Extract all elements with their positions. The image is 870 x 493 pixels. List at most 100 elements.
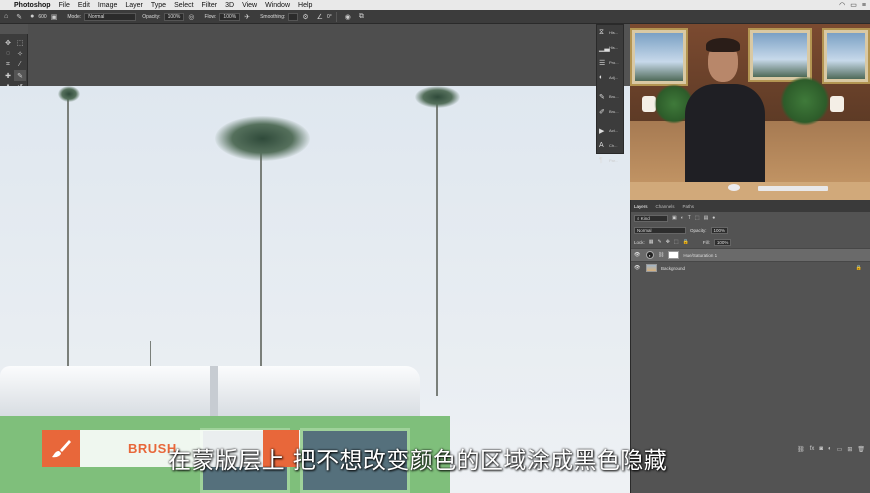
app-name-menu[interactable]: Photoshop — [14, 2, 51, 9]
fill-field[interactable]: 100% — [713, 238, 732, 246]
lock-artboard-icon[interactable]: ⬚ — [674, 239, 679, 245]
airbrush-icon[interactable]: ✈ — [244, 13, 250, 21]
move-tool-icon[interactable]: ✥ — [2, 37, 14, 48]
van-roof-seam — [210, 366, 218, 416]
filter-type-icon[interactable]: T — [688, 215, 691, 221]
marquee-tool-icon[interactable]: ⬚ — [14, 37, 26, 48]
angle-value[interactable]: 0° — [327, 14, 332, 20]
wifi-icon[interactable]: ◠ — [839, 1, 845, 9]
flow-field[interactable]: 100% — [219, 12, 241, 21]
menu-filter[interactable]: Filter — [202, 2, 218, 9]
add-mask-icon[interactable]: ◙ — [819, 446, 823, 452]
tab-paths[interactable]: Paths — [683, 204, 695, 209]
panel-brush-settings[interactable]: ✎ Bru... — [597, 89, 623, 104]
panel-histogram[interactable]: ▁▃ His... — [597, 40, 623, 55]
new-layer-icon[interactable]: ⊞ — [847, 446, 852, 453]
pole-image — [150, 341, 151, 366]
menu-3d[interactable]: 3D — [225, 2, 234, 9]
new-adjustment-layer-icon[interactable]: ◐ — [828, 446, 832, 452]
menu-select[interactable]: Select — [174, 2, 193, 9]
magic-wand-icon[interactable]: ✧ — [14, 48, 26, 59]
options-bar: ⌂ ✎ ● 600 ▣ Mode: Normal Opacity: 100% ◎… — [0, 10, 870, 24]
battery-icon[interactable]: ▭ — [850, 1, 857, 9]
tab-layers[interactable]: Layers — [634, 204, 648, 209]
tab-channels[interactable]: Channels — [656, 204, 675, 209]
lock-row: Lock: ▦ ✎ ✥ ⬚ 🔒 Fill: 100% — [631, 236, 870, 248]
opacity-field[interactable]: 100% — [163, 12, 185, 21]
filter-smart-object-icon[interactable]: ▤ — [704, 215, 709, 221]
brush-tool-icon[interactable]: ✎ — [14, 70, 26, 81]
layer-row[interactable]: 👁 ◐ ⛓ Hue/Saturation 1 — [631, 248, 870, 261]
mode-select[interactable]: Normal — [84, 12, 137, 21]
brush-preset-icon[interactable]: ● — [30, 13, 34, 20]
pressure-size-icon[interactable]: ◉ — [345, 13, 351, 21]
layer-mask-thumbnail[interactable] — [668, 251, 680, 259]
panel-history[interactable]: ⧖ His... — [597, 25, 623, 40]
blend-row: Normal Opacity: 100% — [631, 224, 870, 236]
delete-layer-icon[interactable]: 🗑 — [857, 446, 865, 453]
panel-label: His... — [609, 30, 619, 35]
lock-all-icon[interactable]: 🔒 — [683, 239, 689, 245]
panel-actions[interactable]: ▶ Act... — [597, 123, 623, 138]
filter-adjustment-icon[interactable]: ◐ — [681, 215, 684, 221]
filter-kind-select[interactable]: ⌕ Kind — [634, 214, 668, 222]
layer-name[interactable]: Background — [661, 266, 685, 271]
smoothing-settings-icon[interactable]: ⚙ — [302, 13, 308, 21]
lock-image-icon[interactable]: ✎ — [658, 239, 662, 245]
filter-shape-icon[interactable]: ⬚ — [695, 215, 700, 221]
menu-view[interactable]: View — [242, 2, 257, 9]
new-group-icon[interactable]: ▭ — [837, 446, 843, 453]
pressure-opacity-icon[interactable]: ◎ — [188, 13, 194, 21]
menu-file[interactable]: File — [59, 2, 70, 9]
panel-label: Par... — [609, 158, 619, 163]
menu-extras-icon[interactable]: ≡ — [862, 2, 866, 9]
healing-brush-icon[interactable]: ✚ — [2, 70, 14, 81]
menu-help[interactable]: Help — [298, 2, 312, 9]
home-icon[interactable]: ⌂ — [4, 13, 8, 20]
presenter-body — [685, 84, 765, 194]
menubar-status: ◠ ▭ ≡ — [839, 0, 866, 10]
filter-pixel-icon[interactable]: ▣ — [672, 215, 677, 221]
lasso-tool-icon[interactable]: ◌ — [2, 48, 14, 59]
layer-opacity-field[interactable]: 100% — [710, 226, 729, 234]
mouse-image — [728, 184, 740, 191]
menu-window[interactable]: Window — [265, 2, 290, 9]
filter-row: ⌕ Kind ▣ ◐ T ⬚ ▤ ● — [631, 212, 870, 224]
panel-character[interactable]: A Ch... — [597, 138, 623, 153]
palm-tree-image — [436, 96, 438, 396]
brush-panel-icon[interactable]: ▣ — [51, 13, 58, 21]
menu-layer[interactable]: Layer — [125, 2, 143, 9]
visibility-eye-icon[interactable]: 👁 — [634, 252, 642, 258]
menu-type[interactable]: Type — [151, 2, 166, 9]
lock-transparent-icon[interactable]: ▦ — [649, 239, 654, 245]
panel-brushes[interactable]: ✐ Bru... — [597, 104, 623, 119]
fx-icon[interactable]: fx — [810, 446, 815, 452]
layers-panel-tabs: Layers Channels Paths — [631, 200, 870, 212]
smoothing-label: Smoothing: — [260, 13, 286, 20]
link-layers-icon[interactable]: ⛓ — [797, 446, 805, 453]
layer-thumbnail[interactable] — [646, 264, 657, 272]
menu-edit[interactable]: Edit — [78, 2, 90, 9]
subtitle-caption: 在蒙版层上 把不想改变颜色的区域涂成黑色隐藏 — [168, 448, 668, 474]
panel-label: His... — [609, 45, 619, 50]
hue-saturation-icon: ◐ — [646, 251, 654, 259]
visibility-eye-icon[interactable]: 👁 — [634, 265, 642, 271]
layer-row[interactable]: 👁 Background 🔒 — [631, 261, 870, 274]
smoothing-field[interactable] — [288, 12, 299, 21]
panel-paragraph[interactable]: ¶ Par... — [597, 153, 623, 168]
opacity-label: Opacity: — [142, 13, 161, 20]
symmetry-icon[interactable]: ⧉ — [359, 13, 364, 21]
blend-mode-select[interactable]: Normal — [634, 226, 686, 234]
layer-name[interactable]: Hue/Saturation 1 — [683, 253, 717, 258]
paragraph-icon: ¶ — [599, 157, 603, 164]
panel-properties[interactable]: ☰ Pro... — [597, 55, 623, 70]
filter-kind-value: Kind — [640, 215, 650, 221]
eyedropper-icon[interactable]: ⁄ — [14, 59, 26, 70]
filter-toggle-icon[interactable]: ● — [712, 215, 715, 221]
brush-tool-icon[interactable]: ✎ — [16, 13, 22, 21]
lock-position-icon[interactable]: ✥ — [666, 239, 670, 245]
panel-label: Bru... — [609, 94, 619, 99]
panel-adjustments[interactable]: ◐ Adj... — [597, 70, 623, 85]
menu-image[interactable]: Image — [98, 2, 117, 9]
crop-tool-icon[interactable]: ⌗ — [2, 59, 14, 70]
